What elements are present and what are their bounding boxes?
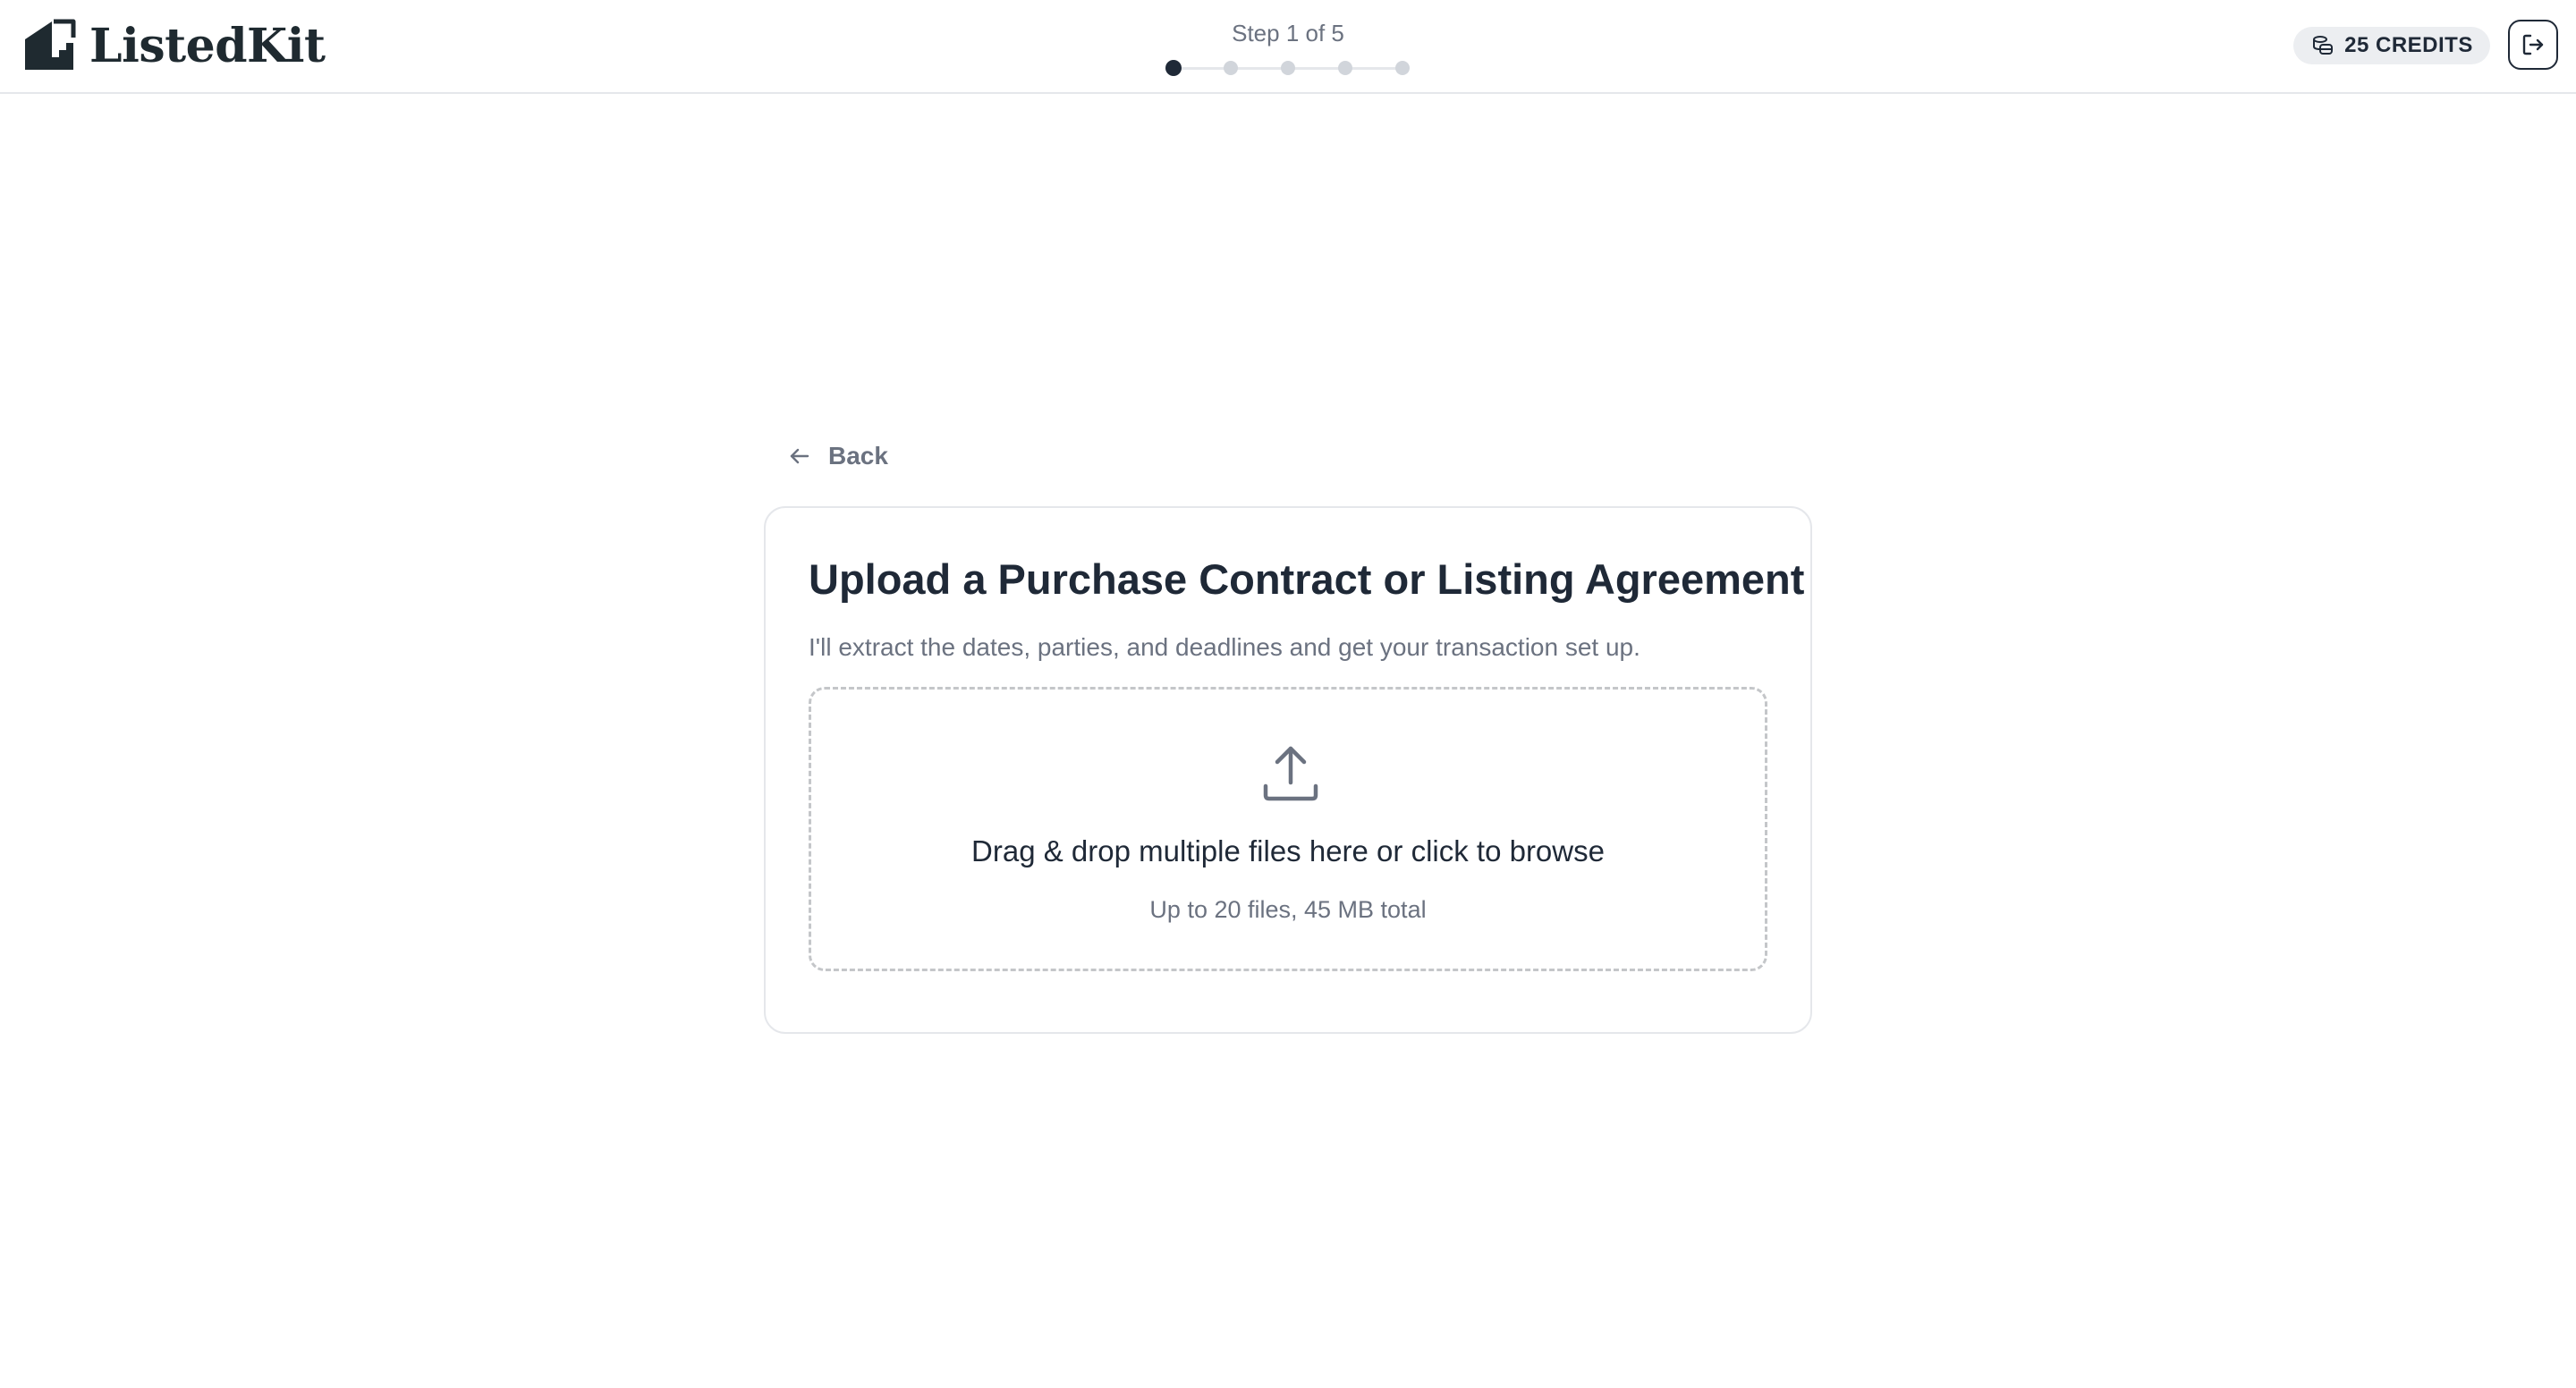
top-bar: ListedKit Step 1 of 5 25 CREDITS [0, 0, 2576, 94]
file-dropzone[interactable]: Drag & drop multiple files here or click… [809, 687, 1767, 971]
back-label: Back [828, 442, 888, 470]
brand-name: ListedKit [89, 18, 326, 73]
stepper: Step 1 of 5 [1154, 16, 1422, 79]
step-dot-1 [1165, 60, 1182, 76]
step-dot-2 [1224, 61, 1238, 75]
upload-icon [1263, 746, 1318, 801]
dropzone-secondary-text: Up to 20 files, 45 MB total [1149, 896, 1427, 923]
step-label: Step 1 of 5 [1232, 20, 1344, 47]
brand[interactable]: ListedKit [21, 16, 326, 75]
back-link[interactable]: Back [787, 438, 888, 474]
upload-card: Upload a Purchase Contract or Listing Ag… [764, 506, 1812, 1034]
credits-label: 25 CREDITS [2344, 33, 2473, 57]
house-stairs-logo-icon [25, 19, 76, 70]
logout-icon [2522, 34, 2544, 55]
arrow-left-icon [790, 448, 809, 464]
step-dot-4 [1338, 61, 1352, 75]
logout-button[interactable] [2508, 20, 2558, 70]
step-dot-3 [1281, 61, 1295, 75]
credits-badge[interactable]: 25 CREDITS [2293, 27, 2490, 64]
coins-icon [2313, 36, 2334, 55]
page-subtitle: I'll extract the dates, parties, and dea… [809, 633, 1640, 661]
page-title: Upload a Purchase Contract or Listing Ag… [809, 555, 1805, 603]
step-dot-5 [1395, 61, 1410, 75]
dropzone-primary-text: Drag & drop multiple files here or click… [971, 834, 1605, 868]
